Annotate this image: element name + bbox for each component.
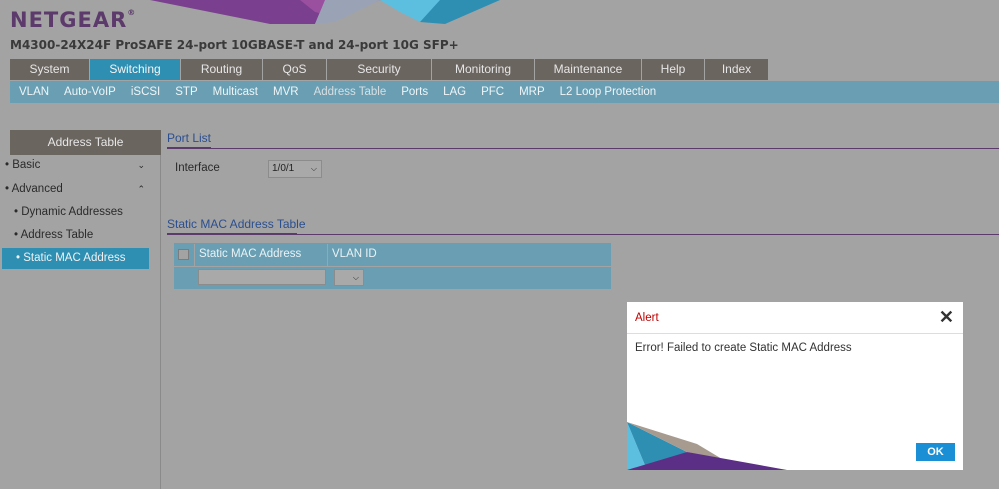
- row-divider: [174, 266, 611, 267]
- subnav-l2-loop-protection[interactable]: L2 Loop Protection: [560, 86, 657, 98]
- subnav-stp[interactable]: STP: [175, 86, 197, 98]
- static-mac-table-title: Static MAC Address Table: [167, 217, 306, 231]
- chevron-down-icon: ⌵: [310, 164, 317, 173]
- tab-routing[interactable]: Routing: [181, 59, 263, 80]
- tab-security[interactable]: Security: [327, 59, 432, 80]
- top-nav: System Switching Routing QoS Security Mo…: [10, 59, 769, 80]
- subnav-auto-voip[interactable]: Auto-VoIP: [64, 86, 116, 98]
- sidebar-item-label: Dynamic Addresses: [21, 206, 123, 218]
- subnav-pfc[interactable]: PFC: [481, 86, 504, 98]
- tab-switching[interactable]: Switching: [90, 59, 181, 80]
- sidebar-item-label: Basic: [12, 159, 41, 171]
- interface-label: Interface: [175, 162, 220, 174]
- subnav-mrp[interactable]: MRP: [519, 86, 545, 98]
- tab-index[interactable]: Index: [705, 59, 769, 80]
- section-divider: [167, 148, 999, 149]
- chevron-down-icon: ⌵: [352, 273, 359, 282]
- sidebar-item-basic[interactable]: • Basic ⌄: [0, 155, 151, 176]
- tab-system[interactable]: System: [10, 59, 90, 80]
- column-header-vlan-id: VLAN ID: [332, 248, 377, 260]
- sidebar-item-label: Static MAC Address: [23, 252, 126, 264]
- alert-message: Error! Failed to create Static MAC Addre…: [635, 342, 852, 354]
- tab-help[interactable]: Help: [642, 59, 705, 80]
- chevron-up-icon: ⌃: [137, 184, 145, 194]
- subnav-lag[interactable]: LAG: [443, 86, 466, 98]
- port-list-title: Port List: [167, 131, 212, 145]
- subnav-multicast[interactable]: Multicast: [213, 86, 258, 98]
- subnav-ports[interactable]: Ports: [401, 86, 428, 98]
- tab-monitoring[interactable]: Monitoring: [432, 59, 535, 80]
- subnav-mvr[interactable]: MVR: [273, 86, 299, 98]
- subnav-address-table[interactable]: Address Table: [314, 86, 387, 98]
- select-all-checkbox[interactable]: [178, 249, 189, 260]
- sidebar-item-advanced[interactable]: • Advanced ⌃: [0, 179, 151, 200]
- sidebar-header: Address Table: [10, 130, 161, 155]
- vlan-id-select[interactable]: ⌵: [334, 269, 364, 286]
- sub-nav: VLAN Auto-VoIP iSCSI STP Multicast MVR A…: [10, 81, 999, 103]
- alert-decorative-graphic: [627, 422, 787, 470]
- subnav-iscsi[interactable]: iSCSI: [131, 86, 160, 98]
- header-banner-graphic: [150, 0, 500, 24]
- alert-title: Alert: [635, 312, 659, 324]
- alert-dialog: Alert ✕ Error! Failed to create Static M…: [627, 302, 963, 470]
- sidebar-item-static-mac-address[interactable]: • Static MAC Address: [2, 248, 149, 269]
- subnav-vlan[interactable]: VLAN: [19, 86, 49, 98]
- sidebar-item-dynamic-addresses[interactable]: • Dynamic Addresses: [0, 202, 151, 223]
- chevron-down-icon: ⌄: [137, 160, 145, 170]
- alert-divider: [627, 333, 963, 334]
- section-divider: [167, 234, 999, 235]
- tab-maintenance[interactable]: Maintenance: [535, 59, 642, 80]
- mac-address-input[interactable]: [198, 269, 326, 285]
- sidebar-item-label: Address Table: [20, 229, 94, 241]
- device-model-title: M4300-24X24F ProSAFE 24-port 10GBASE-T a…: [10, 38, 459, 52]
- sidebar-item-label: Advanced: [11, 183, 63, 195]
- netgear-logo: NETGEAR®: [10, 8, 137, 32]
- tab-qos[interactable]: QoS: [263, 59, 327, 80]
- column-header-static-mac-address: Static MAC Address: [199, 248, 302, 260]
- row-checkbox-placeholder: [178, 271, 189, 282]
- close-icon[interactable]: ✕: [939, 307, 954, 328]
- interface-select[interactable]: 1/0/1 ⌵: [268, 160, 322, 178]
- sidebar-item-address-table[interactable]: • Address Table: [0, 225, 151, 246]
- ok-button[interactable]: OK: [916, 443, 955, 461]
- interface-select-value: 1/0/1: [272, 163, 295, 174]
